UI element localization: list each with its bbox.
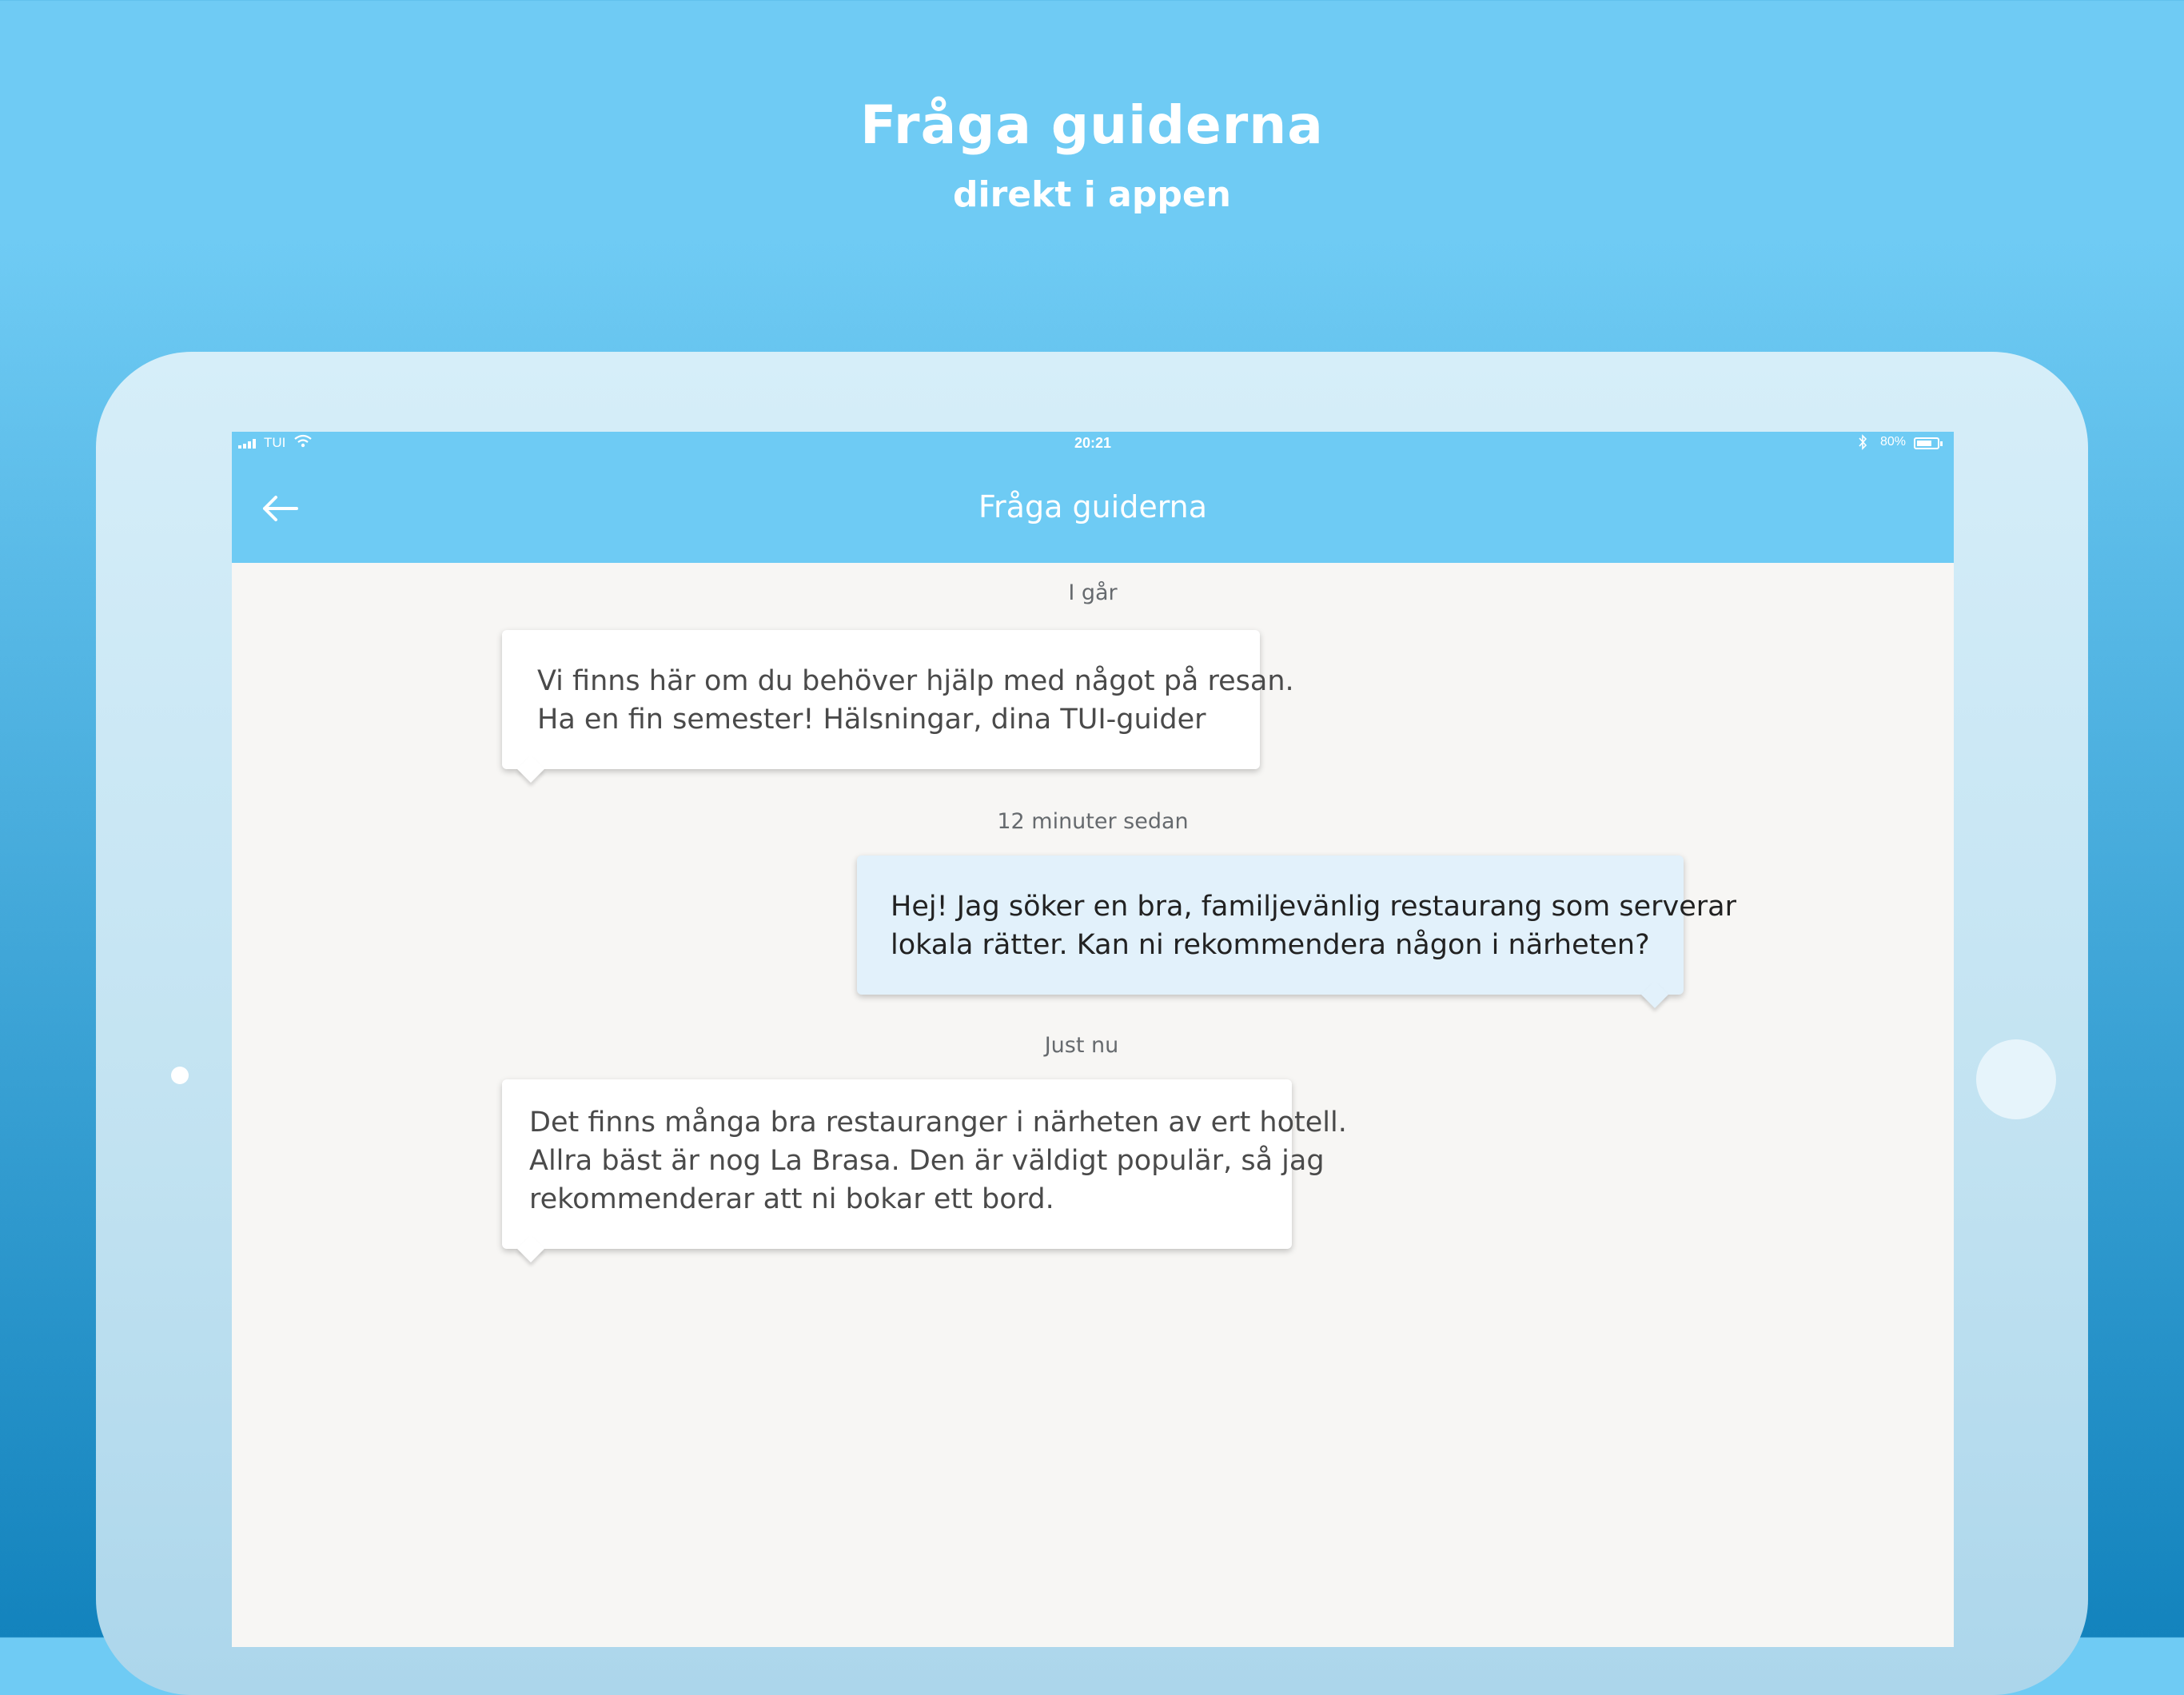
- message-bubble-incoming[interactable]: Det finns många bra restauranger i närhe…: [502, 1079, 1347, 1262]
- bubble-tail: [517, 1235, 544, 1262]
- status-bar: TUI 20:21 80%: [232, 432, 1954, 456]
- day-label: I går: [1068, 580, 1118, 605]
- message-line: Allra bäst är nog La Brasa. Den är väldi…: [529, 1145, 1325, 1177]
- message-line: Vi finns här om du behöver hjälp med någ…: [537, 665, 1294, 697]
- day-label: 12 minuter sedan: [997, 809, 1189, 834]
- promo-subtitle: direkt i appen: [953, 174, 1231, 215]
- day-label: Just nu: [1044, 1033, 1119, 1058]
- message-line: rekommenderar att ni bokar ett bord.: [529, 1183, 1054, 1215]
- home-button[interactable]: [1976, 1039, 2056, 1119]
- message-bubble-outgoing[interactable]: Hej! Jag söker en bra, familjevänlig res…: [857, 855, 1737, 1008]
- promo-title: Fråga guiderna: [860, 94, 1324, 156]
- message-line: Det finns många bra restauranger i närhe…: [529, 1107, 1347, 1139]
- message-line: Ha en fin semester! Hälsningar, dina TUI…: [537, 704, 1206, 736]
- status-time: 20:21: [1074, 435, 1112, 451]
- bluetooth-icon: [1858, 434, 1867, 454]
- bubble-tail: [517, 756, 544, 783]
- camera-icon: [171, 1067, 189, 1084]
- nav-title: Fråga guiderna: [978, 489, 1208, 524]
- battery-icon: [1914, 437, 1943, 449]
- bubble-tail: [1641, 981, 1668, 1008]
- app-screen: TUI 20:21 80% Fråga guiderna I går Vi fi…: [232, 432, 1954, 1647]
- message-line: lokala rätter. Kan ni rekommendera någon…: [891, 929, 1650, 961]
- nav-bar: Fråga guiderna: [232, 456, 1954, 563]
- battery-percent: 80%: [1879, 435, 1906, 449]
- message-bubble-incoming[interactable]: Vi finns här om du behöver hjälp med någ…: [502, 630, 1294, 783]
- message-line: Hej! Jag söker en bra, familjevänlig res…: [891, 891, 1737, 923]
